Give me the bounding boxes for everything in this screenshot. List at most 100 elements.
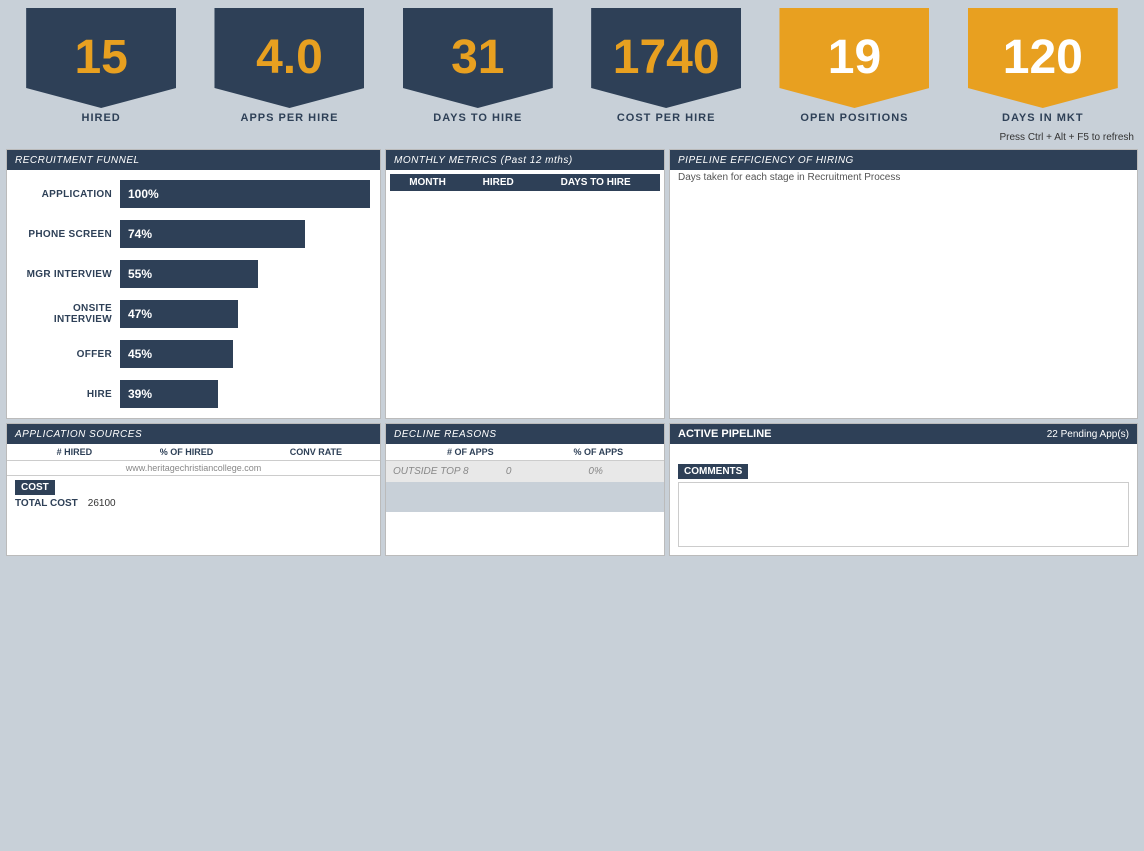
top-banner: 15 HIRED 4.0 APPS PER HIRE 31 DAYS TO HIRE 174…	[0, 0, 1144, 130]
kpi-label-days-to-hire: DAYS TO HIRE	[433, 112, 522, 130]
comments-header: COMMENTS	[678, 464, 748, 479]
kpi-card-days-to-hire: 31 DAYS TO HIRE	[403, 8, 553, 130]
website-text: www.heritagechristiancollege.com	[7, 461, 380, 475]
kpi-label-days-in-mkt: DAYS IN MKT	[1002, 112, 1084, 130]
active-pipeline-header: ACTIVE PIPELINE 22 Pending App(s)	[670, 424, 1137, 444]
kpi-card-cost-per-hire: 1740COST PER HIRE	[591, 8, 741, 130]
decline-table: # OF APPS % OF APPS	[386, 444, 664, 461]
funnel-row-label: HIRE	[17, 389, 112, 400]
funnel-row: ONSITE INTERVIEW 47%	[17, 300, 370, 328]
refresh-bar: Press Ctrl + Alt + F5 to refresh	[0, 130, 1144, 145]
funnel-bar: 74%	[120, 220, 305, 248]
funnel-bar-text: 47%	[128, 307, 152, 321]
metrics-header: MONTHLY METRICS (Past 12 mths)	[386, 150, 664, 170]
funnel-row-label: APPLICATION	[17, 189, 112, 200]
pending-badge: 22 Pending App(s)	[1047, 429, 1129, 440]
pipeline-header: PIPELINE EFFICIENCY OF HIRING	[670, 150, 1137, 170]
funnel-row: PHONE SCREEN 74%	[17, 220, 370, 248]
comments-section: COMMENTS	[678, 464, 1129, 547]
pipeline-cards	[670, 444, 1137, 460]
active-pipeline-panel: ACTIVE PIPELINE 22 Pending App(s) COMMEN…	[669, 423, 1138, 556]
metrics-col-days: DAYS TO HIRE	[531, 174, 660, 191]
kpi-badge-apps-per-hire: 4.0	[214, 8, 364, 108]
kpi-badge-open-positions: 19	[779, 8, 929, 108]
funnel-bar-container: 100%	[120, 180, 370, 208]
sources-col-hired: # HIRED	[28, 444, 122, 461]
decline-outside-pct: 0%	[534, 466, 657, 477]
kpi-number-days-to-hire: 31	[451, 34, 504, 82]
sources-col-pct: % OF HIRED	[121, 444, 252, 461]
funnel-bar-text: 100%	[128, 187, 159, 201]
kpi-badge-days-in-mkt: 120	[968, 8, 1118, 108]
funnel-row-label: PHONE SCREEN	[17, 229, 112, 240]
sources-col-source	[7, 444, 28, 461]
cost-section: COST TOTAL COST 26100	[7, 475, 380, 513]
app-sources-header: APPLICATION SOURCES	[7, 424, 380, 444]
cost-total-label: TOTAL COST	[15, 498, 78, 509]
decline-col-pct: % OF APPS	[533, 444, 664, 461]
decline-panel: DECLINE REASONS # OF APPS % OF APPS OUTS…	[385, 423, 665, 556]
cost-row: TOTAL COST 26100	[15, 498, 372, 509]
kpi-number-cost-per-hire: 1740	[613, 34, 720, 82]
funnel-row: APPLICATION 100%	[17, 180, 370, 208]
app-sources-panel: APPLICATION SOURCES # HIRED % OF HIRED C…	[6, 423, 381, 556]
kpi-badge-hired: 15	[26, 8, 176, 108]
active-pipeline-title: ACTIVE PIPELINE	[678, 428, 772, 440]
decline-col-apps: # OF APPS	[408, 444, 533, 461]
funnel-bar-text: 74%	[128, 227, 152, 241]
funnel-row-label: ONSITE INTERVIEW	[17, 303, 112, 325]
sources-col-conv: CONV RATE	[252, 444, 380, 461]
cost-header: COST	[15, 480, 55, 495]
pipeline-panel: PIPELINE EFFICIENCY OF HIRING Days taken…	[669, 149, 1138, 419]
pipeline-title: PIPELINE EFFICIENCY OF HIRING	[678, 155, 854, 166]
decline-outside-row: OUTSIDE TOP 8 0 0%	[386, 461, 664, 482]
kpi-card-open-positions: 19 OPEN POSITIONS	[779, 8, 929, 130]
funnel-row: MGR INTERVIEW55%	[17, 260, 370, 288]
pipeline-chart	[818, 197, 1018, 397]
funnel-bar-container: 45%	[120, 340, 370, 368]
app-sources-title: APPLICATION SOURCES	[15, 429, 142, 440]
sources-table: # HIRED % OF HIRED CONV RATE	[7, 444, 380, 461]
funnel-bar-container: 39%	[120, 380, 370, 408]
comments-box[interactable]	[678, 482, 1129, 547]
pipeline-subtitle: Days taken for each stage in Recruitment…	[670, 170, 1137, 189]
kpi-card-days-in-mkt: 120 DAYS IN MKT	[968, 8, 1118, 130]
funnel-header: RECRUITMENT FUNNEL	[7, 150, 380, 170]
kpi-number-open-positions: 19	[828, 34, 881, 82]
funnel-row-label: OFFER	[17, 349, 112, 360]
metrics-panel: MONTHLY METRICS (Past 12 mths) MONTH HIR…	[385, 149, 665, 419]
metrics-table-container: MONTH HIRED DAYS TO HIRE	[386, 170, 664, 195]
kpi-number-apps-per-hire: 4.0	[256, 34, 323, 82]
funnel-bar: 45%	[120, 340, 233, 368]
cost-total-value: 26100	[88, 498, 116, 509]
metrics-col-month: MONTH	[390, 174, 465, 191]
funnel-bar-container: 74%	[120, 220, 370, 248]
funnel-bar: 47%	[120, 300, 238, 328]
funnel-panel: RECRUITMENT FUNNEL APPLICATION 100% PHONE …	[6, 149, 381, 419]
kpi-badge-cost-per-hire: 1740	[591, 8, 741, 108]
metrics-subtitle: (Past 12 mths)	[501, 155, 573, 166]
funnel-row: HIRE 39%	[17, 380, 370, 408]
decline-outside-label: OUTSIDE TOP 8	[393, 466, 483, 477]
funnel-bar: 39%	[120, 380, 218, 408]
kpi-badge-days-to-hire: 31	[403, 8, 553, 108]
decline-outside-apps: 0	[485, 466, 532, 477]
decline-header: DECLINE REASONS	[386, 424, 664, 444]
kpi-card-hired: 15 HIRED	[26, 8, 176, 130]
funnel-bar-text: 39%	[128, 387, 152, 401]
main-content: RECRUITMENT FUNNEL APPLICATION 100% PHONE …	[0, 145, 1144, 560]
metrics-table: MONTH HIRED DAYS TO HIRE	[390, 174, 660, 191]
funnel-bar-container: 55%	[120, 260, 370, 288]
kpi-number-days-in-mkt: 120	[1003, 34, 1083, 82]
funnel-title: RECRUITMENT FUNNEL	[15, 155, 140, 166]
kpi-label-hired: HIRED	[82, 112, 121, 130]
funnel-bar-text: 55%	[128, 267, 152, 281]
funnel-bar-text: 45%	[128, 347, 152, 361]
decline-col-reason	[386, 444, 408, 461]
kpi-number-hired: 15	[74, 34, 127, 82]
kpi-label-apps-per-hire: APPS PER HIRE	[241, 112, 339, 130]
kpi-label-open-positions: OPEN POSITIONS	[800, 112, 908, 130]
kpi-card-apps-per-hire: 4.0 APPS PER HIRE	[214, 8, 364, 130]
funnel-body: APPLICATION 100% PHONE SCREEN 74% MGR INTERV…	[7, 170, 380, 418]
metrics-col-hired: HIRED	[465, 174, 531, 191]
